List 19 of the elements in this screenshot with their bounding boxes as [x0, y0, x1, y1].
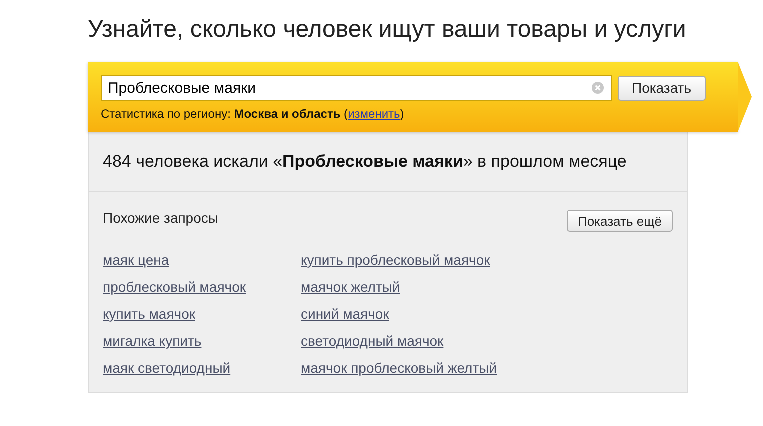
similar-heading: Похожие запросы — [103, 210, 218, 226]
query-link[interactable]: светодиодный маячок — [301, 331, 444, 351]
query-link[interactable]: маяк цена — [103, 250, 170, 270]
query-link[interactable]: маяк светодиодный — [103, 358, 231, 378]
query-link[interactable]: маячок желтый — [301, 277, 400, 297]
query-link[interactable]: проблесковый маячок — [103, 277, 246, 297]
result-summary: 484 человека искали «Проблесковые маяки» в прошлом месяце — [89, 132, 687, 192]
region-statistics: Статистика по региону: Москва и область (изменить) — [101, 107, 406, 121]
query-link[interactable]: купить маячок — [103, 304, 196, 324]
search-field[interactable]: Проблесковые маяки — [101, 75, 612, 101]
change-link[interactable]: изменить — [348, 107, 400, 121]
query-link[interactable]: мигалка купить — [103, 331, 202, 351]
page-title: Узнайте, сколько человек ищут ваши товары и услуги — [88, 15, 688, 45]
query-link[interactable]: синий маячок — [301, 304, 390, 324]
query-link[interactable]: маячок проблесковый желтый — [301, 358, 498, 378]
query-link[interactable]: купить проблесковый маячок — [301, 250, 490, 270]
show-more-button[interactable]: Показать ещё — [566, 210, 673, 232]
clear-icon[interactable] — [592, 82, 604, 94]
show-button[interactable]: Показать — [618, 76, 706, 100]
